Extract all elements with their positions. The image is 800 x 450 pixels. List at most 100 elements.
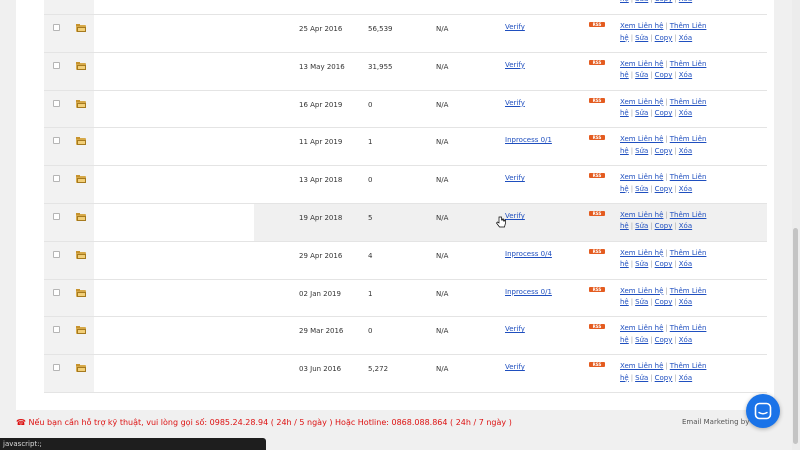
view-contacts-link[interactable]: Xem Liên hệ [620,362,663,370]
add-contact-link[interactable]: Thêm Liên [670,22,707,30]
copy-link[interactable]: Copy [655,34,673,42]
delete-link[interactable]: Xóa [679,298,692,306]
folder-icon[interactable] [76,212,86,221]
status-link[interactable]: Verify [505,23,525,31]
status-link[interactable]: Verify [505,174,525,182]
add-contact-link-cont[interactable]: hệ [620,34,629,42]
row-checkbox[interactable] [53,364,60,372]
status-link[interactable]: Verify [505,61,525,69]
add-contact-link-cont[interactable]: hệ [620,71,629,79]
delete-link[interactable]: Xóa [679,374,692,382]
status-link[interactable]: Inprocess 0/1 [505,136,552,144]
status-link[interactable]: Verify [505,363,525,371]
add-contact-link[interactable]: Thêm Liên [670,362,707,370]
rss-icon[interactable]: RSS [589,362,605,368]
add-contact-link-cont[interactable]: hệ [620,109,629,117]
edit-link[interactable]: Sửa [635,109,648,117]
edit-link[interactable]: Sửa [635,374,648,382]
status-link[interactable]: Verify [505,325,525,333]
view-contacts-link[interactable]: Xem Liên hệ [620,211,663,219]
scrollbar-thumb[interactable] [793,228,798,444]
edit-link[interactable]: Sửa [635,336,648,344]
row-checkbox[interactable] [53,288,60,296]
row-checkbox[interactable] [53,212,60,220]
folder-icon[interactable] [76,250,86,259]
add-contact-link[interactable]: Thêm Liên [670,135,707,143]
rss-icon[interactable]: RSS [589,248,605,254]
delete-link[interactable]: Xóa [679,260,692,268]
rss-icon[interactable]: RSS [589,59,605,65]
folder-icon[interactable] [76,326,86,335]
row-checkbox[interactable] [53,24,60,31]
view-contacts-link[interactable]: Xem Liên hệ [620,249,663,257]
view-contacts-link[interactable]: Xem Liên hệ [620,60,663,68]
copy-link[interactable]: Copy [655,109,673,117]
delete-link[interactable]: Xóa [679,185,692,193]
edit-link[interactable]: Sửa [635,298,648,306]
view-contacts-link[interactable]: Xem Liên hệ [620,324,663,332]
scrollbar[interactable] [792,0,800,450]
copy-link[interactable]: Copy [655,336,673,344]
edit-link[interactable]: Sửa [635,71,648,79]
copy-link[interactable]: Copy [655,222,673,230]
add-contact-link-cont[interactable]: hệ [620,222,629,230]
rss-icon[interactable]: RSS [589,210,605,216]
delete-link[interactable]: Xóa [679,71,692,79]
delete-link[interactable]: Xóa [679,147,692,155]
row-checkbox[interactable] [53,137,60,145]
rss-icon[interactable]: RSS [589,324,605,330]
row-checkbox[interactable] [53,326,60,334]
rss-icon[interactable]: RSS [589,22,605,27]
status-link[interactable]: Verify [505,99,525,107]
delete-link[interactable]: Xóa [679,222,692,230]
view-contacts-link[interactable]: Xem Liên hệ [620,98,663,106]
copy-link[interactable]: Copy [655,374,673,382]
add-contact-link-cont[interactable]: hệ [620,147,629,155]
folder-icon[interactable] [76,99,86,108]
edit-link[interactable]: Sửa [635,0,648,3]
view-contacts-link[interactable]: Xem Liên hệ [620,22,663,30]
add-contact-link-cont[interactable]: hệ [620,0,629,3]
status-link[interactable]: Verify [505,212,525,220]
status-link[interactable]: Inprocess 0/1 [505,288,552,296]
copy-link[interactable]: Copy [655,260,673,268]
add-contact-link-cont[interactable]: hệ [620,336,629,344]
folder-icon[interactable] [76,364,86,373]
add-contact-link[interactable]: Thêm Liên [670,173,707,181]
folder-icon[interactable] [76,137,86,146]
folder-icon[interactable] [76,288,86,297]
view-contacts-link[interactable]: Xem Liên hệ [620,173,663,181]
status-link[interactable]: Inprocess 0/4 [505,250,552,258]
view-contacts-link[interactable]: Xem Liên hệ [620,135,663,143]
copy-link[interactable]: Copy [655,0,673,3]
add-contact-link-cont[interactable]: hệ [620,260,629,268]
add-contact-link[interactable]: Thêm Liên [670,60,707,68]
row-checkbox[interactable] [53,250,60,258]
delete-link[interactable]: Xóa [679,34,692,42]
add-contact-link-cont[interactable]: hệ [620,374,629,382]
folder-icon[interactable] [76,24,86,32]
rss-icon[interactable]: RSS [589,173,605,179]
row-checkbox[interactable] [53,175,60,183]
row-checkbox[interactable] [53,61,60,69]
rss-icon[interactable]: RSS [589,135,605,141]
add-contact-link-cont[interactable]: hệ [620,298,629,306]
rss-icon[interactable]: RSS [589,286,605,292]
delete-link[interactable]: Xóa [679,0,692,3]
delete-link[interactable]: Xóa [679,336,692,344]
folder-icon[interactable] [76,175,86,184]
edit-link[interactable]: Sửa [635,185,648,193]
row-checkbox[interactable] [53,99,60,107]
copy-link[interactable]: Copy [655,185,673,193]
edit-link[interactable]: Sửa [635,147,648,155]
copy-link[interactable]: Copy [655,298,673,306]
add-contact-link-cont[interactable]: hệ [620,185,629,193]
add-contact-link[interactable]: Thêm Liên [670,287,707,295]
copy-link[interactable]: Copy [655,71,673,79]
add-contact-link[interactable]: Thêm Liên [670,211,707,219]
folder-icon[interactable] [76,61,86,70]
edit-link[interactable]: Sửa [635,260,648,268]
copy-link[interactable]: Copy [655,147,673,155]
edit-link[interactable]: Sửa [635,34,648,42]
delete-link[interactable]: Xóa [679,109,692,117]
